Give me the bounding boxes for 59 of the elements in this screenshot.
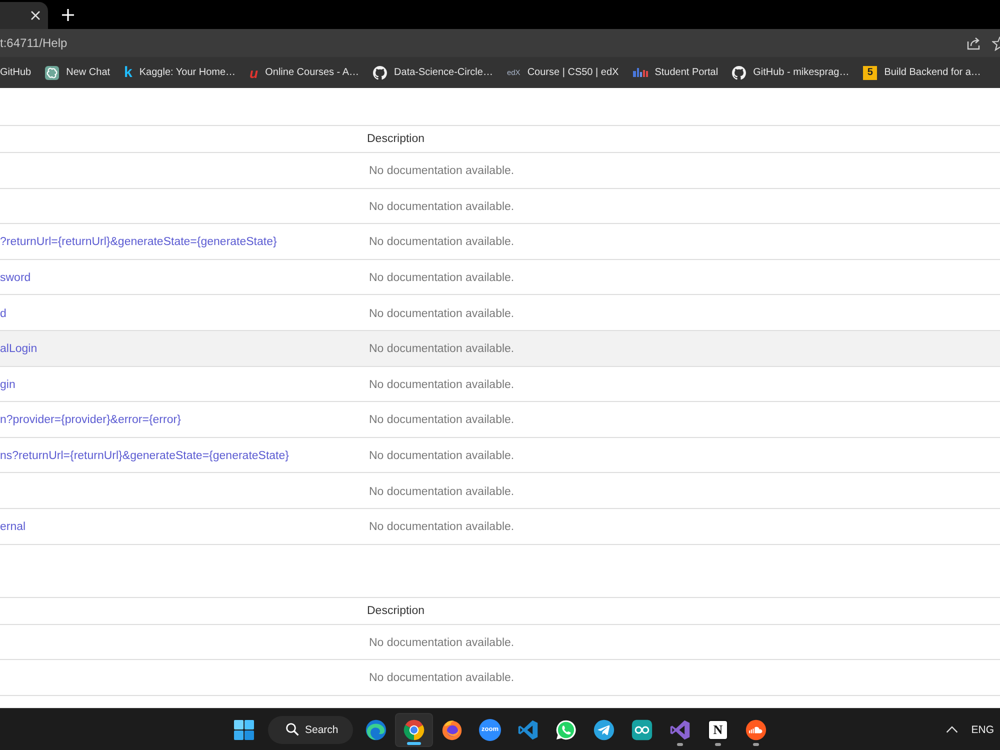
search-icon <box>286 723 299 736</box>
bars-logo-icon <box>632 68 648 77</box>
chevron-up-icon[interactable] <box>946 726 958 733</box>
globe-logo-icon <box>441 718 463 740</box>
column-header: Description <box>367 133 426 145</box>
close-icon[interactable] <box>31 11 40 20</box>
swirl-logo-icon <box>365 718 387 740</box>
description-text: No documentation available. <box>369 414 514 426</box>
description-text: No documentation available. <box>369 378 514 391</box>
share-icon[interactable] <box>967 36 981 50</box>
ribbon-logo-icon <box>517 718 539 740</box>
bookmark[interactable]: Data-Science-Circle… <box>373 66 493 80</box>
description-text: No documentation available. <box>369 486 514 498</box>
infinity-logo-icon <box>631 718 653 740</box>
search-button[interactable]: Search <box>268 716 353 744</box>
letter-logo: k <box>124 66 132 80</box>
description-text: No documentation available. <box>369 521 514 534</box>
api-link[interactable]: ns?returnUrl={returnUrl}&generateState={generateState} <box>0 450 289 462</box>
letter-logo: N <box>708 720 728 740</box>
bookmark[interactable]: New Chat <box>45 66 110 80</box>
api-link[interactable]: d <box>0 308 6 320</box>
cat-logo-icon <box>732 66 746 80</box>
description-text: No documentation available. <box>369 236 514 248</box>
description-text: No documentation available. <box>369 636 514 649</box>
api-link[interactable]: sword <box>0 272 31 284</box>
bookmark[interactable]: u Online Courses - A… <box>250 66 360 80</box>
description-text: No documentation available. <box>369 343 514 356</box>
bookmark[interactable]: GitHub - mikesprag… <box>732 66 850 80</box>
api-link[interactable]: ernal <box>0 521 26 534</box>
paper-plane-icon <box>593 718 615 740</box>
start-icon[interactable] <box>234 720 254 740</box>
description-text: No documentation available. <box>369 272 514 284</box>
cat-logo-icon <box>373 66 388 80</box>
api-link[interactable]: n?provider={provider}&error={error} <box>0 414 181 426</box>
api-link[interactable]: gin <box>0 378 16 391</box>
taskbar-button[interactable] <box>395 712 433 746</box>
letter-logo: u <box>250 66 258 80</box>
bookmark[interactable]: 5 Build Backend for a… <box>863 66 981 80</box>
taskbar-button[interactable]: N <box>699 712 737 746</box>
cloud-logo-icon <box>745 718 767 740</box>
flower-logo-icon <box>45 66 60 80</box>
column-header: Description <box>367 604 426 617</box>
ring-logo-icon <box>403 718 425 740</box>
description-text: No documentation available. <box>369 165 514 178</box>
api-link[interactable]: alLogin <box>0 343 38 356</box>
plus-icon[interactable] <box>62 8 74 20</box>
description-text: No documentation available. <box>369 200 514 213</box>
description-text: No documentation available. <box>369 672 514 684</box>
description-text: No documentation available. <box>369 308 514 320</box>
bookmark[interactable]: GitHub <box>0 67 32 78</box>
number-tile-logo: 5 <box>863 66 878 80</box>
ribbon-logo-icon <box>669 718 691 740</box>
address-field[interactable]: t:64711/Help <box>0 29 1000 57</box>
api-link[interactable]: ?returnUrl={returnUrl}&generateState={generateState} <box>0 236 277 248</box>
language-indicator[interactable]: ENG <box>971 724 994 736</box>
bookmark[interactable]: Student Portal <box>632 67 718 78</box>
chat-phone-icon <box>555 718 577 740</box>
bookmark[interactable]: k Kaggle: Your Home… <box>124 66 236 80</box>
description-text: No documentation available. <box>369 450 514 462</box>
